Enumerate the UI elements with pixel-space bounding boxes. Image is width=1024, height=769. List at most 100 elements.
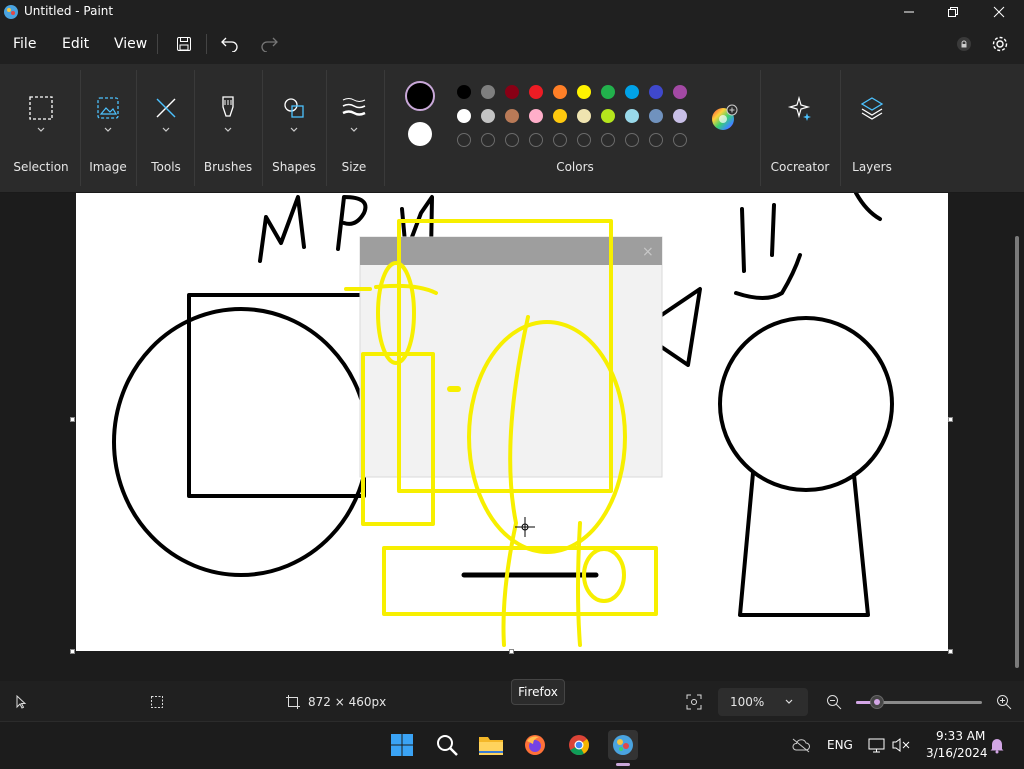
resize-handle-bottom[interactable] xyxy=(509,649,514,654)
palette-custom-slot[interactable] xyxy=(649,133,663,147)
fit-to-window-icon[interactable] xyxy=(686,694,702,710)
save-icon xyxy=(177,37,191,51)
close-button[interactable] xyxy=(976,0,1022,24)
palette-color-swatch[interactable] xyxy=(601,109,615,123)
clock-time[interactable]: 9:33 AM xyxy=(936,729,985,743)
palette-custom-slot[interactable] xyxy=(505,133,519,147)
layers-group[interactable]: Layers xyxy=(846,64,898,192)
account-button[interactable] xyxy=(950,32,978,56)
notifications-button[interactable] xyxy=(982,730,1012,760)
start-button[interactable] xyxy=(387,730,417,760)
language-indicator[interactable]: ENG xyxy=(827,738,853,752)
cocreator-label: Cocreator xyxy=(770,160,830,174)
zoom-slider-thumb[interactable] xyxy=(870,695,885,709)
zoom-slider-track[interactable] xyxy=(856,695,982,709)
file-explorer-button[interactable] xyxy=(476,730,506,760)
vertical-scrollbar[interactable] xyxy=(1015,236,1019,668)
title-bar: Untitled - Paint xyxy=(0,0,1024,24)
palette-color-swatch[interactable] xyxy=(625,85,639,99)
palette-color-swatch[interactable] xyxy=(625,109,639,123)
search-button[interactable] xyxy=(432,730,462,760)
palette-color-swatch[interactable] xyxy=(649,85,663,99)
cocreator-group[interactable]: Cocreator xyxy=(766,64,834,192)
volume-button[interactable] xyxy=(886,730,916,760)
image-label: Image xyxy=(89,160,127,174)
palette-color-swatch[interactable] xyxy=(673,85,687,99)
resize-handle-bottom-right[interactable] xyxy=(948,649,953,654)
drawing-canvas[interactable]: × xyxy=(76,193,948,651)
palette-custom-slot[interactable] xyxy=(457,133,471,147)
primary-color-swatch[interactable] xyxy=(405,81,435,111)
active-app-indicator xyxy=(616,763,630,766)
onedrive-button[interactable] xyxy=(786,730,816,760)
pointer-position-icon xyxy=(16,695,27,709)
selection-group[interactable]: Selection xyxy=(6,64,76,192)
palette-color-swatch[interactable] xyxy=(457,109,471,123)
minimize-button[interactable] xyxy=(886,0,932,24)
palette-color-swatch[interactable] xyxy=(553,109,567,123)
palette-color-swatch[interactable] xyxy=(649,109,663,123)
menu-bar: File Edit View xyxy=(0,24,1024,64)
taskbar-tooltip: Firefox xyxy=(511,679,565,705)
ribbon-divider xyxy=(840,70,841,186)
palette-color-swatch[interactable] xyxy=(505,109,519,123)
save-button[interactable] xyxy=(170,32,198,56)
palette-custom-slot[interactable] xyxy=(577,133,591,147)
ribbon-divider xyxy=(384,70,385,186)
settings-button[interactable] xyxy=(986,32,1014,56)
secondary-color-swatch[interactable] xyxy=(408,122,432,146)
resize-handle-left[interactable] xyxy=(70,417,75,422)
crosshair-cursor xyxy=(515,517,535,537)
palette-custom-slot[interactable] xyxy=(553,133,567,147)
canvas-drawing: × xyxy=(112,193,894,647)
palette-color-swatch[interactable] xyxy=(577,109,591,123)
palette-color-swatch[interactable] xyxy=(577,85,591,99)
size-group[interactable]: Size xyxy=(330,64,378,192)
resize-handle-bottom-left[interactable] xyxy=(70,649,75,654)
image-group[interactable]: Image xyxy=(84,64,132,192)
palette-custom-slot[interactable] xyxy=(625,133,639,147)
undo-button[interactable] xyxy=(216,32,244,56)
search-icon xyxy=(437,735,458,756)
brush-icon xyxy=(222,96,234,117)
edit-colors-icon[interactable] xyxy=(710,104,738,132)
tools-group[interactable]: Tools xyxy=(142,64,190,192)
paint-taskbar-button[interactable] xyxy=(608,730,638,760)
layers-icon xyxy=(860,97,884,120)
menu-view[interactable]: View xyxy=(114,36,147,52)
gear-icon xyxy=(992,36,1008,52)
stroke-letter-m xyxy=(258,195,306,263)
zoom-out-icon[interactable] xyxy=(826,694,842,710)
colors-label: Colors xyxy=(556,160,594,174)
palette-custom-slot[interactable] xyxy=(529,133,543,147)
paint-icon xyxy=(613,735,633,755)
maximize-button[interactable] xyxy=(930,0,976,24)
zoom-dropdown[interactable]: 100% xyxy=(718,688,808,716)
chrome-button[interactable] xyxy=(564,730,594,760)
cloud-offline-icon xyxy=(792,738,810,753)
clock-date[interactable]: 3/16/2024 xyxy=(926,746,988,760)
shapes-group[interactable]: Shapes xyxy=(266,64,322,192)
zoom-in-icon[interactable] xyxy=(996,694,1012,710)
palette-custom-slot[interactable] xyxy=(601,133,615,147)
palette-color-swatch[interactable] xyxy=(601,85,615,99)
palette-color-swatch[interactable] xyxy=(481,109,495,123)
palette-color-swatch[interactable] xyxy=(529,85,543,99)
yellow-curve-2 xyxy=(576,521,582,647)
palette-color-swatch[interactable] xyxy=(673,109,687,123)
menu-file[interactable]: File xyxy=(13,36,36,52)
palette-color-swatch[interactable] xyxy=(481,85,495,99)
palette-color-swatch[interactable] xyxy=(529,109,543,123)
redo-button[interactable] xyxy=(255,32,283,56)
palette-custom-slot[interactable] xyxy=(481,133,495,147)
palette-color-swatch[interactable] xyxy=(457,85,471,99)
bell-icon xyxy=(990,739,1004,754)
palette-color-swatch[interactable] xyxy=(505,85,519,99)
firefox-button[interactable] xyxy=(520,730,550,760)
chevron-down-icon xyxy=(104,127,112,132)
resize-handle-right[interactable] xyxy=(948,417,953,422)
palette-custom-slot[interactable] xyxy=(673,133,687,147)
menu-edit[interactable]: Edit xyxy=(62,36,89,52)
palette-color-swatch[interactable] xyxy=(553,85,567,99)
brushes-group[interactable]: Brushes xyxy=(200,64,256,192)
